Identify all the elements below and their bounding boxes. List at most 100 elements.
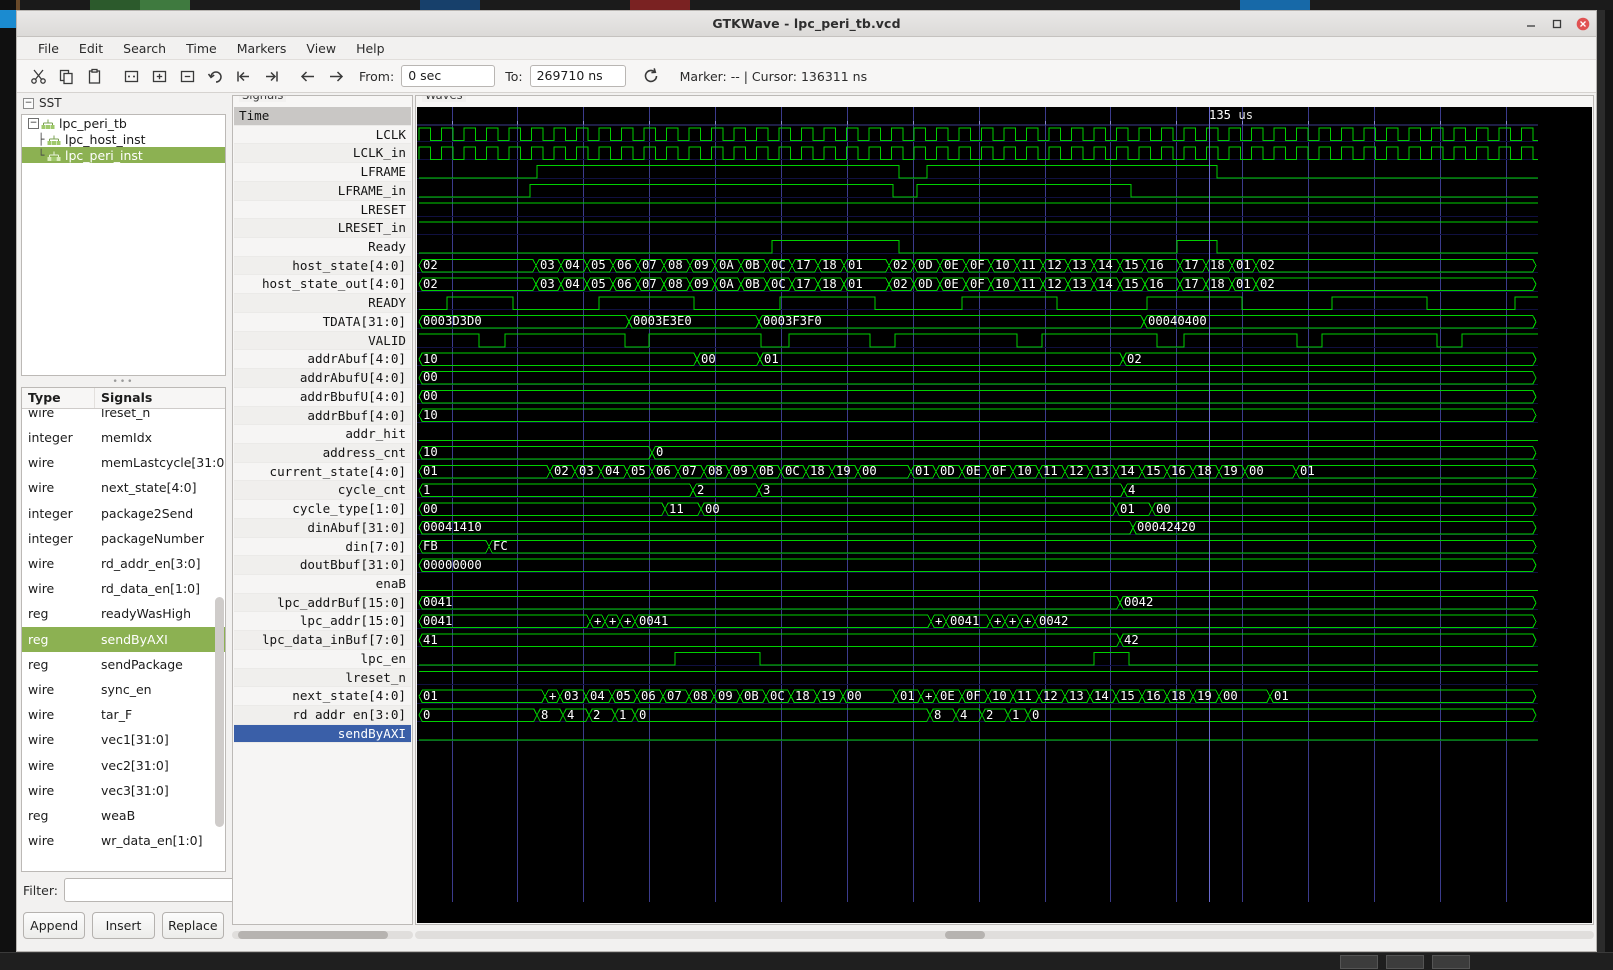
- signal-name-row[interactable]: address_cnt: [234, 443, 411, 463]
- zoom-in-button[interactable]: [146, 64, 172, 89]
- tree-node-lpc_peri_tb[interactable]: − lpc_peri_tb: [22, 115, 225, 131]
- signal-name-row[interactable]: lpc_addrBuf[15:0]: [234, 593, 411, 613]
- signal-name-row[interactable]: LFRAME: [234, 163, 411, 182]
- tree-node-lpc_peri_inst[interactable]: └ lpc_peri_inst: [22, 147, 225, 163]
- signal-table-row[interactable]: wire next_state[4:0]: [22, 475, 225, 500]
- signal-table-row[interactable]: reg readyWasHigh: [22, 601, 225, 626]
- signal-name-row[interactable]: cycle_cnt: [234, 481, 411, 501]
- signal-table-row[interactable]: integer memIdx: [22, 425, 225, 450]
- collapse-icon[interactable]: −: [28, 117, 39, 129]
- zoom-fit-button[interactable]: [118, 64, 144, 89]
- taskbar-item[interactable]: [1432, 955, 1470, 969]
- goto-start-button[interactable]: [230, 64, 256, 89]
- names-hscroll-thumb[interactable]: [238, 931, 388, 939]
- signal-name-row[interactable]: LRESET_in: [234, 219, 411, 239]
- paste-button[interactable]: [81, 64, 107, 89]
- from-input[interactable]: 0 sec: [401, 65, 496, 87]
- sst-tree[interactable]: − lpc_peri_tb ├ lpc_host_inst └ lpc_peri…: [21, 114, 226, 376]
- signal-name-row[interactable]: cycle_type[1:0]: [234, 500, 411, 519]
- signal-name-row[interactable]: LRESET: [234, 201, 411, 220]
- to-input[interactable]: 269710 ns: [529, 65, 626, 87]
- signal-table-body[interactable]: wire lreset_n integer memIdx wire memLastcycl…: [22, 409, 225, 871]
- signal-name-row[interactable]: current_state[4:0]: [234, 463, 411, 482]
- signal-name-row[interactable]: sendByAXI: [234, 724, 411, 744]
- names-hscrollbar[interactable]: [232, 928, 413, 941]
- menu-file[interactable]: File: [29, 38, 68, 59]
- filter-input[interactable]: [63, 878, 247, 902]
- signal-name-row[interactable]: enaB: [234, 575, 411, 594]
- reload-icon[interactable]: [638, 64, 664, 89]
- signal-table-row[interactable]: wire sync_en: [22, 677, 225, 702]
- signal-name-row[interactable]: READY: [234, 294, 411, 313]
- menu-markers[interactable]: Markers: [228, 38, 296, 59]
- signal-name-time[interactable]: Time: [234, 107, 411, 126]
- signal-table-row[interactable]: integer packageNumber: [22, 526, 225, 551]
- waveform-canvas[interactable]: 135 us136 us02030405060708090A0B0C171801…: [417, 107, 1592, 923]
- cut-button[interactable]: [25, 64, 51, 89]
- signal-name-row[interactable]: LFRAME_in: [234, 181, 411, 201]
- signal-name-row[interactable]: Ready: [234, 238, 411, 257]
- signal-table-row[interactable]: reg weaB: [22, 803, 225, 828]
- sst-expander-icon[interactable]: −: [23, 97, 34, 109]
- signal-name-row[interactable]: dinAbuf[31:0]: [234, 518, 411, 538]
- signal-table-row[interactable]: wire vec1[31:0]: [22, 727, 225, 752]
- signal-table-row[interactable]: wire lreset_n: [22, 409, 225, 425]
- signal-name-row[interactable]: lreset_n: [234, 668, 411, 688]
- signal-table-row[interactable]: reg sendPackage: [22, 652, 225, 677]
- signal-name-row[interactable]: addrBbuf[4:0]: [234, 406, 411, 426]
- close-icon[interactable]: [1576, 17, 1590, 31]
- zoom-undo-button[interactable]: [202, 64, 228, 89]
- signal-table-row[interactable]: integer package2Send: [22, 501, 225, 526]
- goto-end-button[interactable]: [258, 64, 284, 89]
- signal-table-row[interactable]: wire rd_data_en[1:0]: [22, 576, 225, 601]
- column-header-signals[interactable]: Signals: [95, 388, 225, 408]
- minimize-icon[interactable]: [1524, 17, 1538, 31]
- signal-name-row[interactable]: VALID: [234, 331, 411, 351]
- insert-button[interactable]: Insert: [92, 912, 155, 939]
- signal-name-row[interactable]: din[7:0]: [234, 538, 411, 557]
- zoom-out-button[interactable]: [174, 64, 200, 89]
- signal-name-row[interactable]: addrBbufU[4:0]: [234, 388, 411, 407]
- signal-table-row[interactable]: wire vec2[31:0]: [22, 752, 225, 777]
- signal-name-row[interactable]: doutBbuf[31:0]: [234, 556, 411, 575]
- signal-name-row[interactable]: LCLK_in: [234, 144, 411, 164]
- pane-resize-grip[interactable]: •••: [21, 377, 226, 387]
- signal-name-row[interactable]: addr_hit: [234, 425, 411, 444]
- replace-button[interactable]: Replace: [161, 912, 224, 939]
- signal-table-row[interactable]: reg sendByAXI: [22, 626, 225, 652]
- taskbar-item[interactable]: [1340, 955, 1378, 969]
- next-edge-button[interactable]: [323, 64, 349, 89]
- menu-view[interactable]: View: [297, 38, 345, 59]
- signal-name-row[interactable]: host_state[4:0]: [234, 256, 411, 276]
- tree-node-lpc_host_inst[interactable]: ├ lpc_host_inst: [22, 131, 225, 147]
- signal-names-list[interactable]: Time LCLK LCLK_in LFRAME LFRAME_in LRESET LRES…: [234, 107, 411, 923]
- prev-edge-button[interactable]: [295, 64, 321, 89]
- signal-table-row[interactable]: wire wr_data_en[1:0]: [22, 828, 225, 853]
- signal-name-row[interactable]: host_state_out[4:0]: [234, 275, 411, 295]
- menu-edit[interactable]: Edit: [70, 38, 112, 59]
- waves-hscrollbar[interactable]: [415, 928, 1594, 941]
- taskbar-item[interactable]: [1386, 955, 1424, 969]
- signal-name-row[interactable]: TDATA[31:0]: [234, 313, 411, 332]
- signal-name-row[interactable]: rd addr en[3:0]: [234, 706, 411, 725]
- maximize-icon[interactable]: [1550, 17, 1564, 31]
- copy-button[interactable]: [53, 64, 79, 89]
- signal-table-row[interactable]: wire tar_F: [22, 702, 225, 727]
- signal-name-row[interactable]: addrAbufU[4:0]: [234, 369, 411, 388]
- waves-hscroll-thumb[interactable]: [945, 931, 985, 939]
- signal-name-row[interactable]: lpc_addr[15:0]: [234, 612, 411, 632]
- signal-name-row[interactable]: lpc_en: [234, 650, 411, 669]
- column-header-type[interactable]: Type: [22, 388, 95, 408]
- signal-name-row[interactable]: LCLK: [234, 126, 411, 145]
- signal-name-row[interactable]: next_state[4:0]: [234, 687, 411, 706]
- menu-time[interactable]: Time: [177, 38, 226, 59]
- signal-table-row[interactable]: wire vec3[31:0]: [22, 778, 225, 803]
- signal-name-row[interactable]: addrAbuf[4:0]: [234, 350, 411, 370]
- signal-name-row[interactable]: lpc_data_inBuf[7:0]: [234, 631, 411, 650]
- signal-table-row[interactable]: wire memLastcycle[31:0]: [22, 450, 225, 475]
- signal-table-row[interactable]: wire rd_addr_en[3:0]: [22, 551, 225, 576]
- menu-search[interactable]: Search: [114, 38, 175, 59]
- menu-help[interactable]: Help: [347, 38, 394, 59]
- waves-hscroll-track[interactable]: [415, 931, 1594, 939]
- append-button[interactable]: Append: [23, 912, 86, 939]
